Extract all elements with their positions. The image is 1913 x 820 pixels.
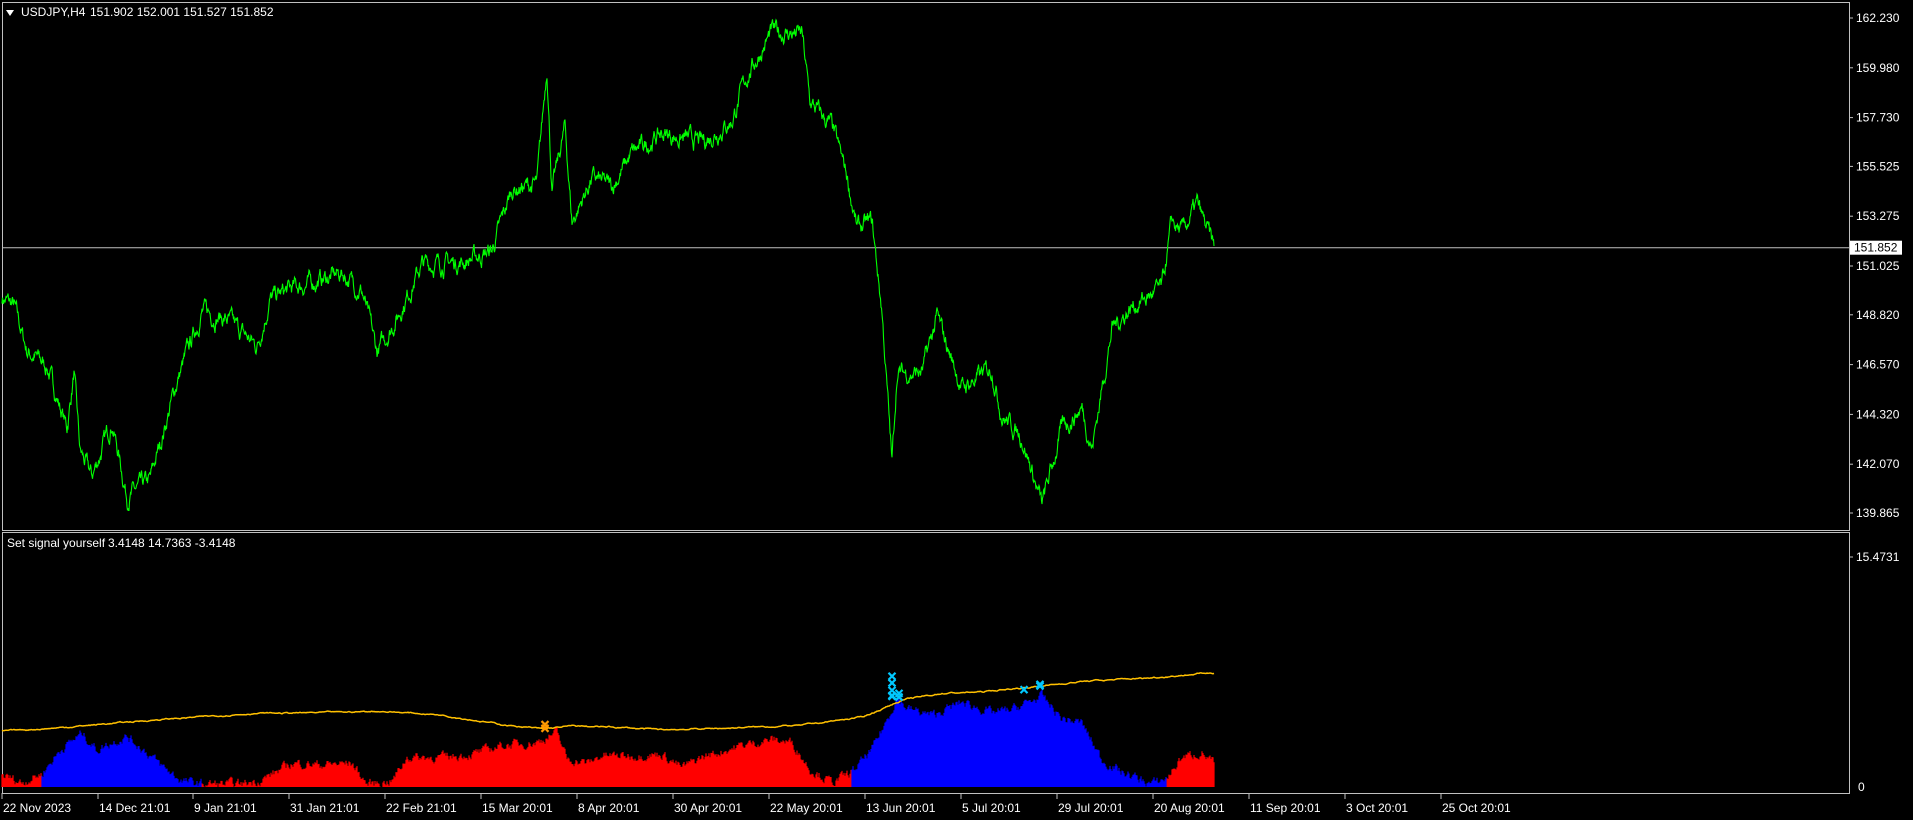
price-tick-label: 157.730 xyxy=(1856,111,1900,125)
chart-background xyxy=(0,0,1913,820)
price-tick-label: 148.820 xyxy=(1856,308,1900,322)
indicator-title: Set signal yourself xyxy=(7,536,106,550)
time-tick-label: 29 Jul 20:01 xyxy=(1058,801,1124,815)
time-tick-label: 22 Nov 2023 xyxy=(3,801,71,815)
indicator-zero-label: 0 xyxy=(1858,780,1865,794)
ohlc-values: 151.902 152.001 151.527 151.852 xyxy=(90,5,274,19)
time-tick-label: 22 May 20:01 xyxy=(770,801,843,815)
time-tick-label: 25 Oct 20:01 xyxy=(1442,801,1511,815)
time-tick-label: 15 Mar 20:01 xyxy=(482,801,553,815)
time-tick-label: 3 Oct 20:01 xyxy=(1346,801,1408,815)
time-tick-label: 14 Dec 21:01 xyxy=(99,801,171,815)
price-tick-label: 142.070 xyxy=(1856,457,1900,471)
time-tick-label: 22 Feb 21:01 xyxy=(386,801,457,815)
current-price-label: 151.852 xyxy=(1854,241,1898,255)
price-tick-label: 153.275 xyxy=(1856,209,1900,223)
mt4-chart-window: 162.230 159.980 157.730 155.525 153.275 151.0… xyxy=(0,0,1913,820)
price-tick-label: 144.320 xyxy=(1856,407,1900,421)
price-tick-label: 146.570 xyxy=(1856,358,1900,372)
time-tick-label: 9 Jan 21:01 xyxy=(194,801,257,815)
indicator-max-label: 15.4731 xyxy=(1856,550,1900,564)
time-tick-label: 11 Sep 20:01 xyxy=(1250,801,1321,815)
time-tick-label: 13 Jun 20:01 xyxy=(866,801,936,815)
time-tick-label: 31 Jan 21:01 xyxy=(290,801,360,815)
time-tick-label: 30 Apr 20:01 xyxy=(674,801,742,815)
price-tick-label: 162.230 xyxy=(1856,11,1900,25)
indicator-values: 3.4148 14.7363 -3.4148 xyxy=(108,536,236,550)
symbol-label: USDJPY,H4 xyxy=(21,5,86,19)
time-tick-label: 20 Aug 20:01 xyxy=(1154,801,1225,815)
price-tick-label: 159.980 xyxy=(1856,61,1900,75)
price-tick-label: 151.025 xyxy=(1856,259,1900,273)
price-tick-label: 155.525 xyxy=(1856,159,1900,173)
time-tick-label: 8 Apr 20:01 xyxy=(578,801,640,815)
price-tick-label: 139.865 xyxy=(1856,506,1900,520)
time-tick-label: 5 Jul 20:01 xyxy=(962,801,1021,815)
